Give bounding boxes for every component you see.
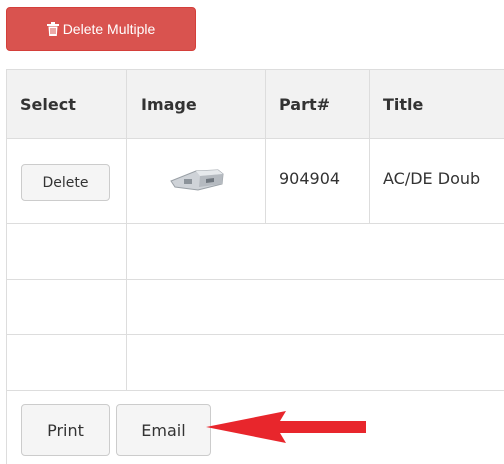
parts-table: Select Image Part# Title Delete 904904 A… [6,69,504,464]
delete-multiple-label: Delete Multiple [62,21,156,37]
row-divider [7,138,504,139]
column-divider [126,70,127,390]
email-button[interactable]: Email [116,404,211,456]
table-header-row [7,70,504,139]
arrow-left-icon [206,409,366,449]
print-button[interactable]: Print [21,404,110,456]
row-divider [7,223,504,224]
trash-icon [46,22,59,36]
row-divider [7,279,504,280]
row-divider [7,390,504,391]
column-header-image: Image [141,95,197,114]
delete-row-button[interactable]: Delete [21,164,110,201]
title-cell: AC/DE Doub [383,169,481,188]
column-header-part-number: Part# [279,95,331,114]
row-divider [7,334,504,335]
part-number-cell: 904904 [279,169,341,188]
column-divider [369,70,370,223]
column-header-title[interactable]: Title [383,70,423,139]
column-header-select: Select [20,95,76,114]
auto-part-thumbnail-icon[interactable] [168,165,228,199]
delete-multiple-button[interactable]: Delete Multiple [6,7,196,51]
column-divider [265,70,266,223]
